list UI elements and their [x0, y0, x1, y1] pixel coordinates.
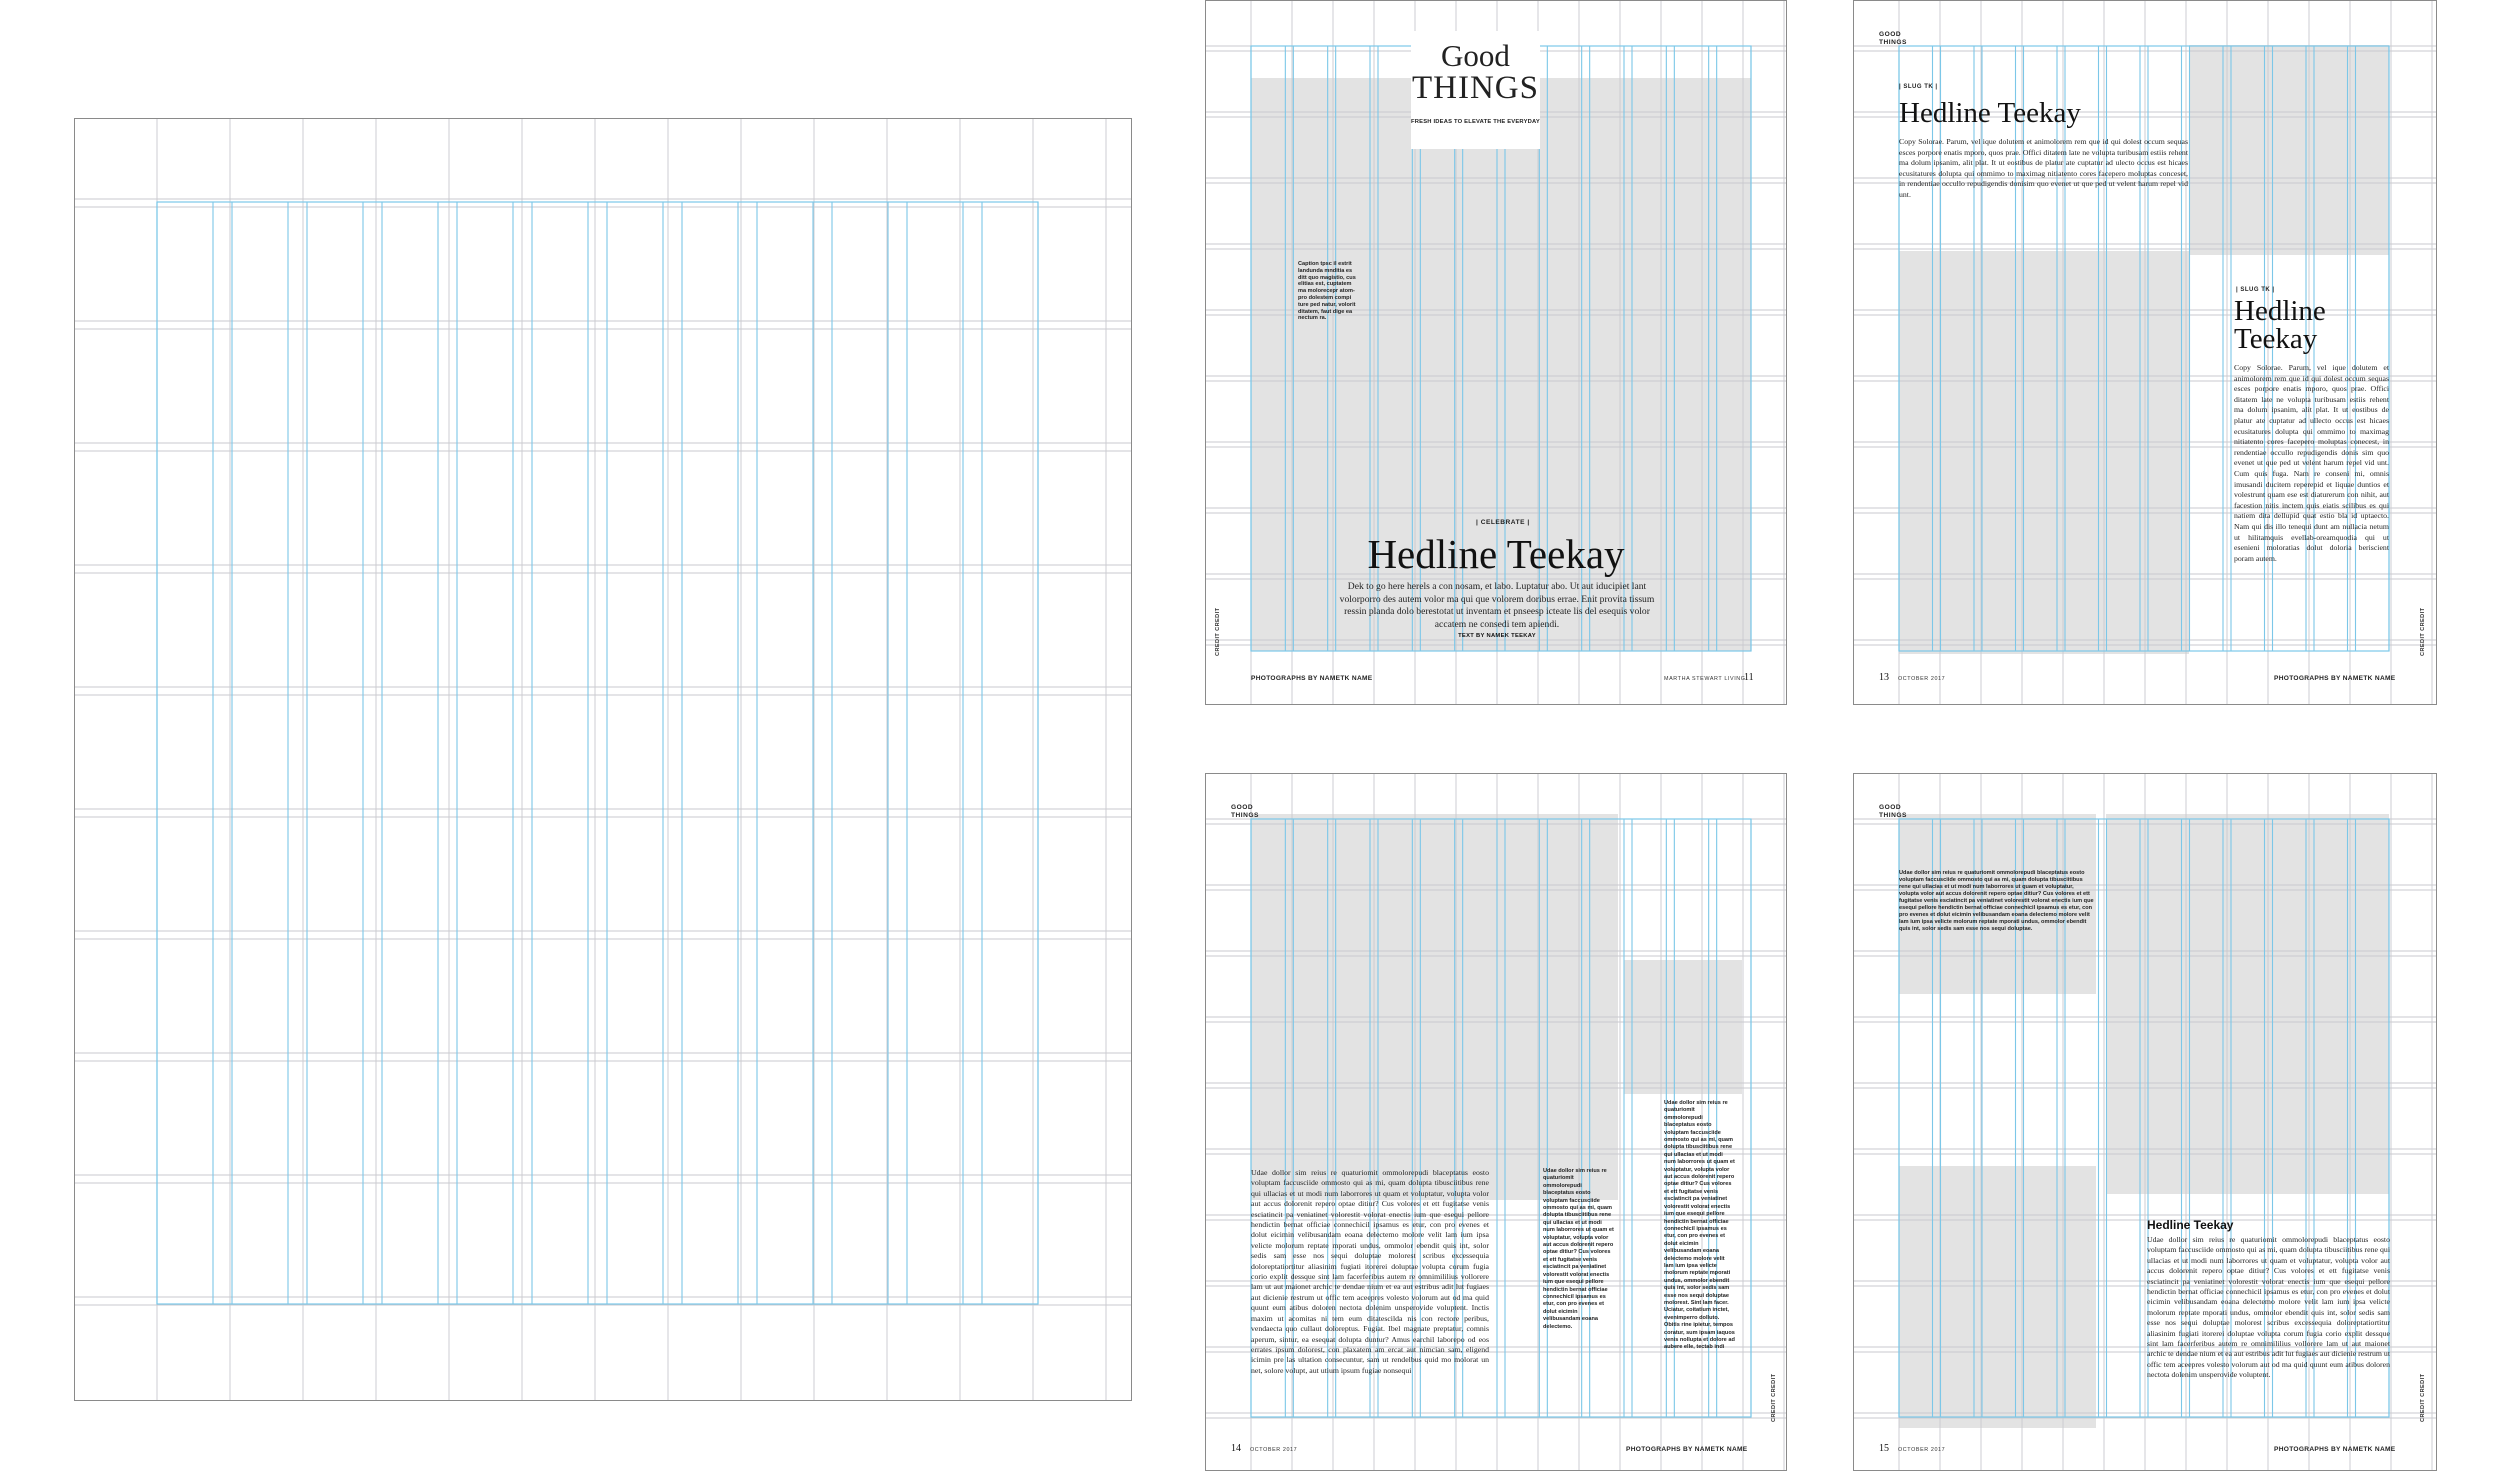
byline: TEXT BY NAMEK TEEKAY — [1458, 633, 1536, 639]
body-column: Udae dollor sim reius re quaturiomit omm… — [2147, 1235, 2390, 1380]
headline: Hedline Teekay — [2147, 1218, 2234, 1232]
section-tag: GOOD THINGS — [1231, 804, 1259, 820]
photo-credit: PHOTOGRAPHS BY NAMETK NAME — [2274, 675, 2396, 682]
layout-page-15: GOOD THINGS Udae dollor sim reius re qua… — [1853, 773, 2437, 1471]
layout-page-14: GOOD THINGS Udae dollor sim reius re qua… — [1205, 773, 1787, 1471]
photo-credit: PHOTOGRAPHS BY NAMETK NAME — [1251, 675, 1373, 682]
section-tag-line2: THINGS — [1231, 812, 1259, 819]
body-column-narrow: Udae dollor sim reius re quaturiomit omm… — [1543, 1168, 1614, 1330]
vertical-credit: CREDIT CREDIT — [2420, 1373, 2426, 1422]
title-box: Good THINGS FRESH IDEAS TO ELEVATE THE E… — [1411, 31, 1540, 149]
slug-bracket: | — [2270, 287, 2275, 293]
vertical-credit: CREDIT CREDIT — [2420, 607, 2426, 656]
photo-credit: PHOTOGRAPHS BY NAMETK NAME — [1626, 1446, 1748, 1453]
issue-date: OCTOBER 2017 — [1898, 1447, 1946, 1453]
section-tag-line1: GOOD — [1879, 804, 1902, 811]
layout-page-11: Good THINGS FRESH IDEAS TO ELEVATE THE E… — [1205, 0, 1787, 705]
headline: Hedline Teekay — [1367, 531, 1625, 577]
vertical-credit: CREDIT CREDIT — [1771, 1373, 1777, 1422]
magazine-name: MARTHA STEWART LIVING — [1664, 676, 1746, 682]
section-tag-line1: GOOD — [1231, 804, 1254, 811]
headline-1: Hedline Teekay — [1899, 97, 2081, 129]
page-number: 11 — [1744, 672, 1754, 683]
section-tag-line2: THINGS — [1879, 812, 1907, 819]
headline-2-line2: Teekay — [2234, 323, 2318, 355]
copy-block-2: Copy Solorae. Parum, vel ique dolutem et… — [2234, 363, 2389, 563]
slug-bracket-right: | — [1525, 519, 1530, 526]
page-number: 15 — [1879, 1443, 1889, 1454]
dek: Dek to go here herels a con nosam, et la… — [1339, 581, 1655, 630]
headline-2-line1: Hedline — [2234, 295, 2326, 327]
issue-date: OCTOBER 2017 — [1898, 676, 1946, 682]
section-tag-line1: GOOD — [1879, 31, 1902, 38]
margin-guide — [156, 201, 1039, 1305]
section-tag-line2: THINGS — [1879, 39, 1907, 46]
photo-caption: Udae dollor sim reius re quaturiomit omm… — [1899, 870, 2094, 932]
section-tag: GOOD THINGS — [1879, 804, 1907, 820]
master-grid-guides — [75, 119, 1131, 1400]
slug-label: CELEBRATE — [1480, 519, 1525, 526]
vertical-credit: CREDIT CREDIT — [1215, 607, 1221, 656]
page-number: 14 — [1231, 1443, 1241, 1454]
slug-2: | SLUG TK | — [2236, 287, 2275, 293]
section-slug: | CELEBRATE | — [1476, 519, 1636, 526]
title-tagline: FRESH IDEAS TO ELEVATE THE EVERYDAY — [1411, 119, 1540, 125]
photo-caption: Caption tpsc il estrit landunda mnditia … — [1298, 261, 1356, 322]
master-grid-page — [74, 118, 1132, 1401]
slug-1-label: SLUG TK — [1903, 84, 1934, 90]
page-number: 13 — [1879, 672, 1889, 683]
slug-1: | SLUG TK | — [1899, 84, 1938, 90]
photo-credit: PHOTOGRAPHS BY NAMETK NAME — [2274, 1446, 2396, 1453]
slug-bracket: | — [1933, 84, 1938, 90]
copy-block-1: Copy Solorae. Parum, vel ique dolutem et… — [1899, 137, 2188, 199]
slug-2-label: SLUG TK — [2240, 287, 2271, 293]
body-column-right: Udae dollor sim reius re quaturiomit omm… — [1664, 1100, 1735, 1351]
body-column-main: Udae dollor sim reius re quaturiomit omm… — [1251, 1168, 1489, 1375]
section-tag: GOOD THINGS — [1879, 31, 1907, 47]
headline-2: Hedline Teekay — [2234, 295, 2326, 355]
title-good: Good — [1441, 38, 1510, 73]
title-things: THINGS — [1412, 70, 1539, 106]
issue-date: OCTOBER 2017 — [1250, 1447, 1298, 1453]
layout-page-13: GOOD THINGS | SLUG TK | Hedline Teekay C… — [1853, 0, 2437, 705]
